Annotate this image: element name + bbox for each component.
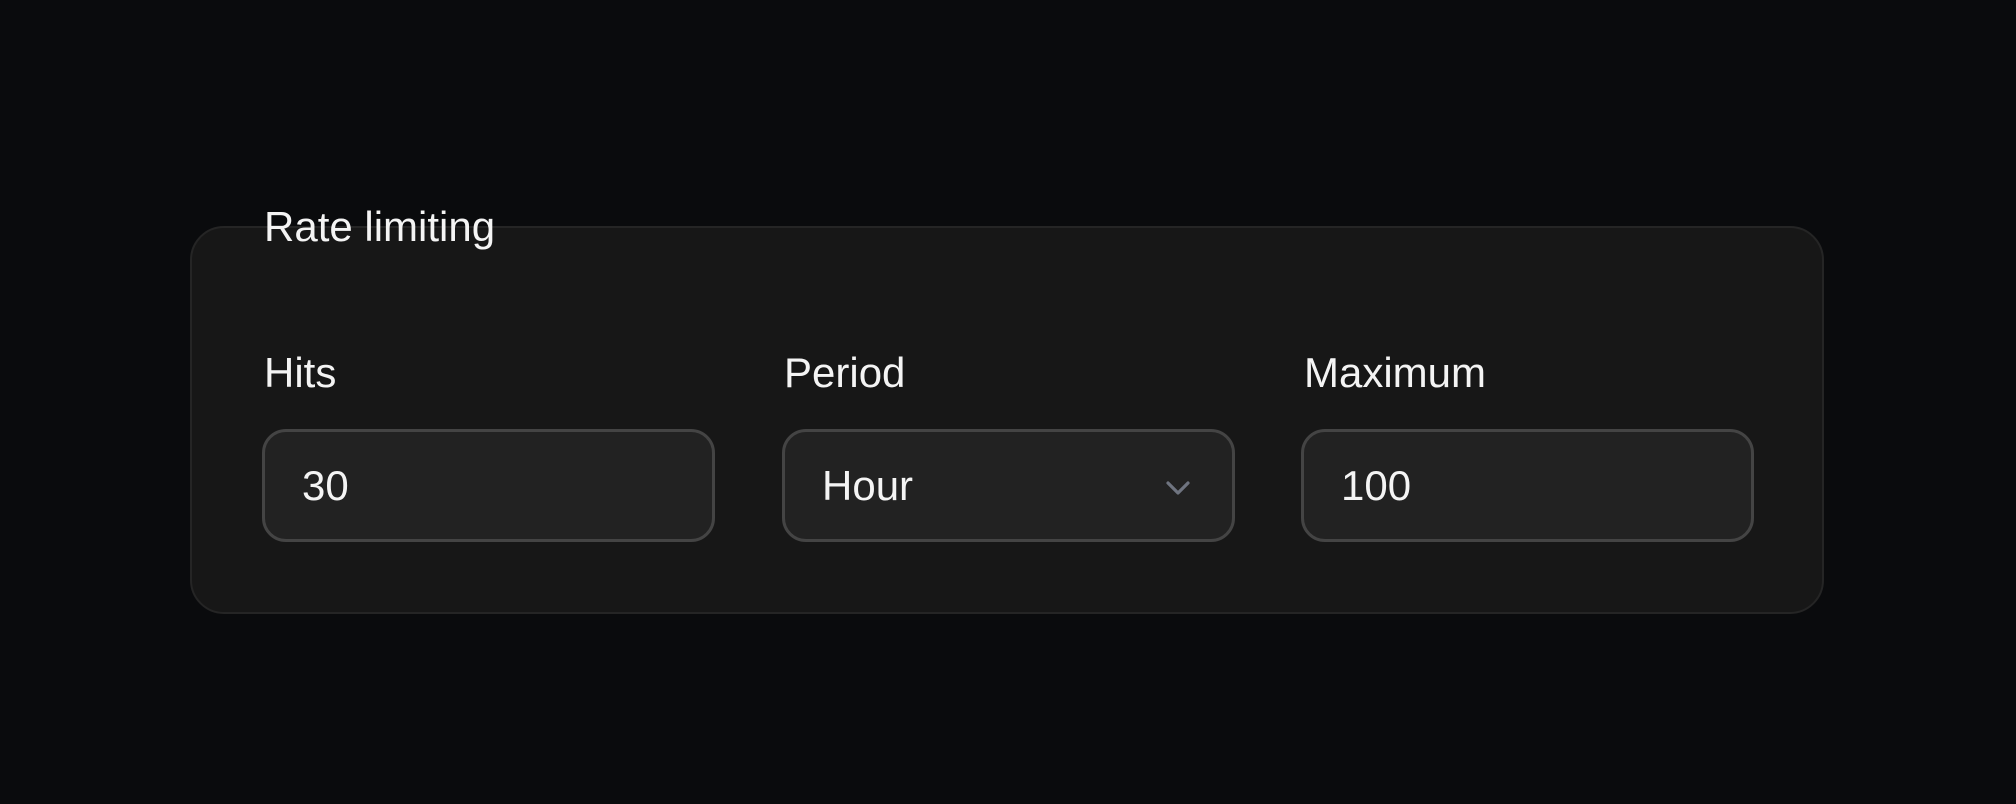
hits-label: Hits xyxy=(264,349,337,396)
period-label: Period xyxy=(784,349,906,396)
section-title: Rate limiting xyxy=(264,203,496,250)
maximum-value: 100 xyxy=(1341,462,1412,509)
maximum-input[interactable]: 100 xyxy=(1301,429,1754,542)
chevron-down-icon xyxy=(1166,481,1190,495)
period-selected-value: Hour xyxy=(822,462,914,509)
rate-limiting-panel xyxy=(190,226,1824,614)
hits-value: 30 xyxy=(302,462,349,509)
period-select[interactable]: Hour xyxy=(782,429,1235,542)
hits-input[interactable]: 30 xyxy=(262,429,715,542)
maximum-label: Maximum xyxy=(1304,349,1487,396)
